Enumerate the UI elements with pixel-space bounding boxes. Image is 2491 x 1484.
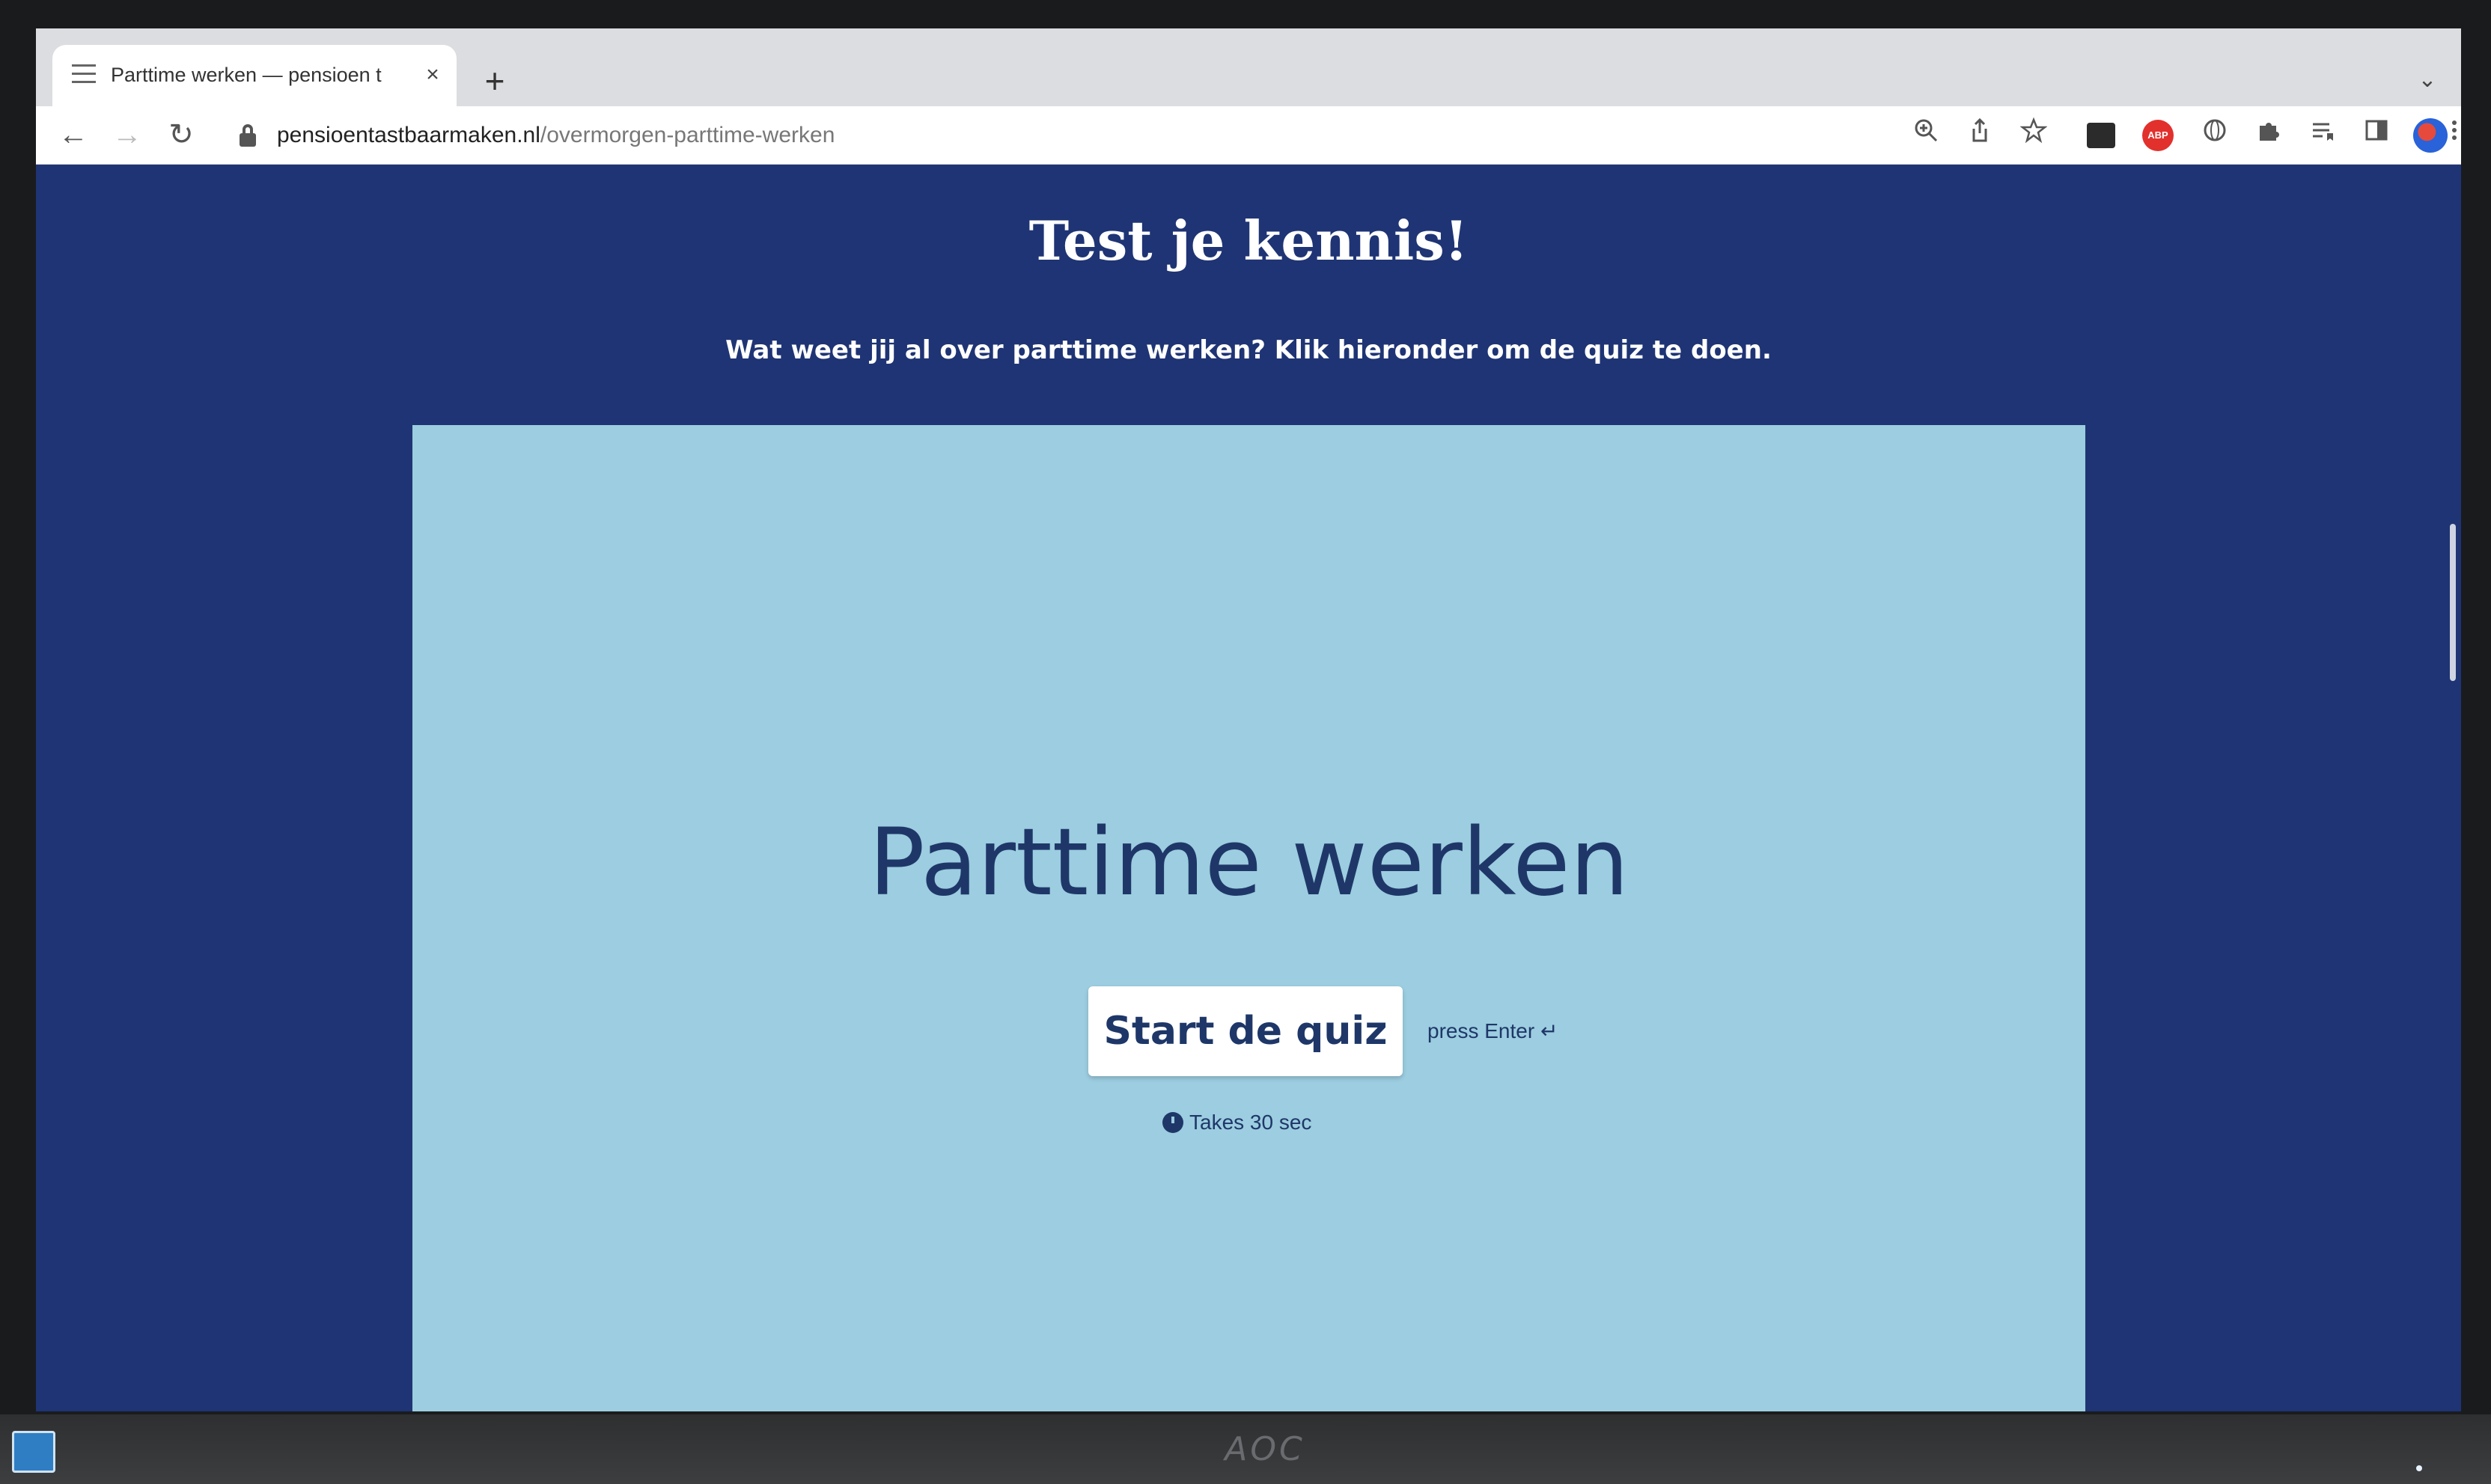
extension-globe-icon[interactable]: [2196, 117, 2234, 154]
lock-icon[interactable]: [240, 124, 256, 147]
new-tab-button[interactable]: +: [474, 60, 516, 102]
close-tab-icon[interactable]: ×: [418, 60, 448, 90]
start-quiz-button[interactable]: Start de quiz: [1088, 986, 1403, 1076]
quiz-title: Parttime werken: [868, 809, 1629, 917]
address-bar[interactable]: pensioentastbaarmaken.nl/overmorgen-part…: [277, 118, 1250, 153]
zoom-icon[interactable]: [1907, 117, 1945, 154]
quiz-embed: Parttime werken Start de quiz press Ente…: [412, 425, 2085, 1411]
more-menu-icon[interactable]: [2448, 117, 2461, 154]
page-heading: Test je kennis!: [1028, 209, 1469, 272]
forward-button[interactable]: →: [106, 114, 148, 156]
tab-strip: Parttime werken — pensioen t × + ⌄: [36, 28, 2461, 106]
reload-button[interactable]: ↻: [160, 114, 202, 156]
energy-star-badge: [12, 1431, 55, 1473]
extension-dark-icon[interactable]: [2087, 123, 2115, 148]
reading-list-icon[interactable]: [2304, 117, 2341, 154]
url-path: /overmorgen-parttime-werken: [540, 123, 835, 147]
power-led: [2416, 1465, 2422, 1471]
back-button[interactable]: ←: [52, 114, 94, 156]
adblock-icon[interactable]: ABP: [2142, 120, 2174, 151]
quiz-duration: Takes 30 sec: [1162, 1106, 1342, 1139]
side-panel-icon[interactable]: [2358, 117, 2395, 154]
scroll-thumb[interactable]: [2450, 524, 2456, 681]
tab-active[interactable]: Parttime werken — pensioen t ×: [52, 45, 457, 106]
tab-title: Parttime werken — pensioen t: [111, 64, 382, 86]
url-domain: pensioentastbaarmaken.nl: [277, 123, 540, 147]
page-content: Test je kennis! Wat weet jij al over par…: [36, 165, 2461, 1411]
browser-toolbar: ← → ↻ pensioentastbaarmaken.nl/overmorge…: [36, 106, 2461, 165]
screen: Parttime werken — pensioen t × + ⌄ ← → ↻…: [36, 28, 2461, 1411]
page-subtitle: Wat weet jij al over parttime werken? Kl…: [725, 335, 1772, 365]
bookmark-star-icon[interactable]: [2015, 117, 2052, 154]
quiz-duration-label: Takes 30 sec: [1189, 1111, 1312, 1134]
tab-list-chevron-icon[interactable]: ⌄: [2409, 61, 2446, 99]
profile-avatar[interactable]: [2413, 118, 2448, 153]
clock-icon: [1162, 1112, 1183, 1133]
share-icon[interactable]: [1961, 117, 1998, 154]
tab-search-icon[interactable]: [72, 64, 96, 85]
press-enter-hint: press Enter ↵: [1427, 1019, 1558, 1042]
page-scrollbar[interactable]: [2445, 165, 2461, 1411]
extensions-puzzle-icon[interactable]: [2250, 117, 2287, 154]
monitor-logo: AOC: [1225, 1430, 1305, 1468]
